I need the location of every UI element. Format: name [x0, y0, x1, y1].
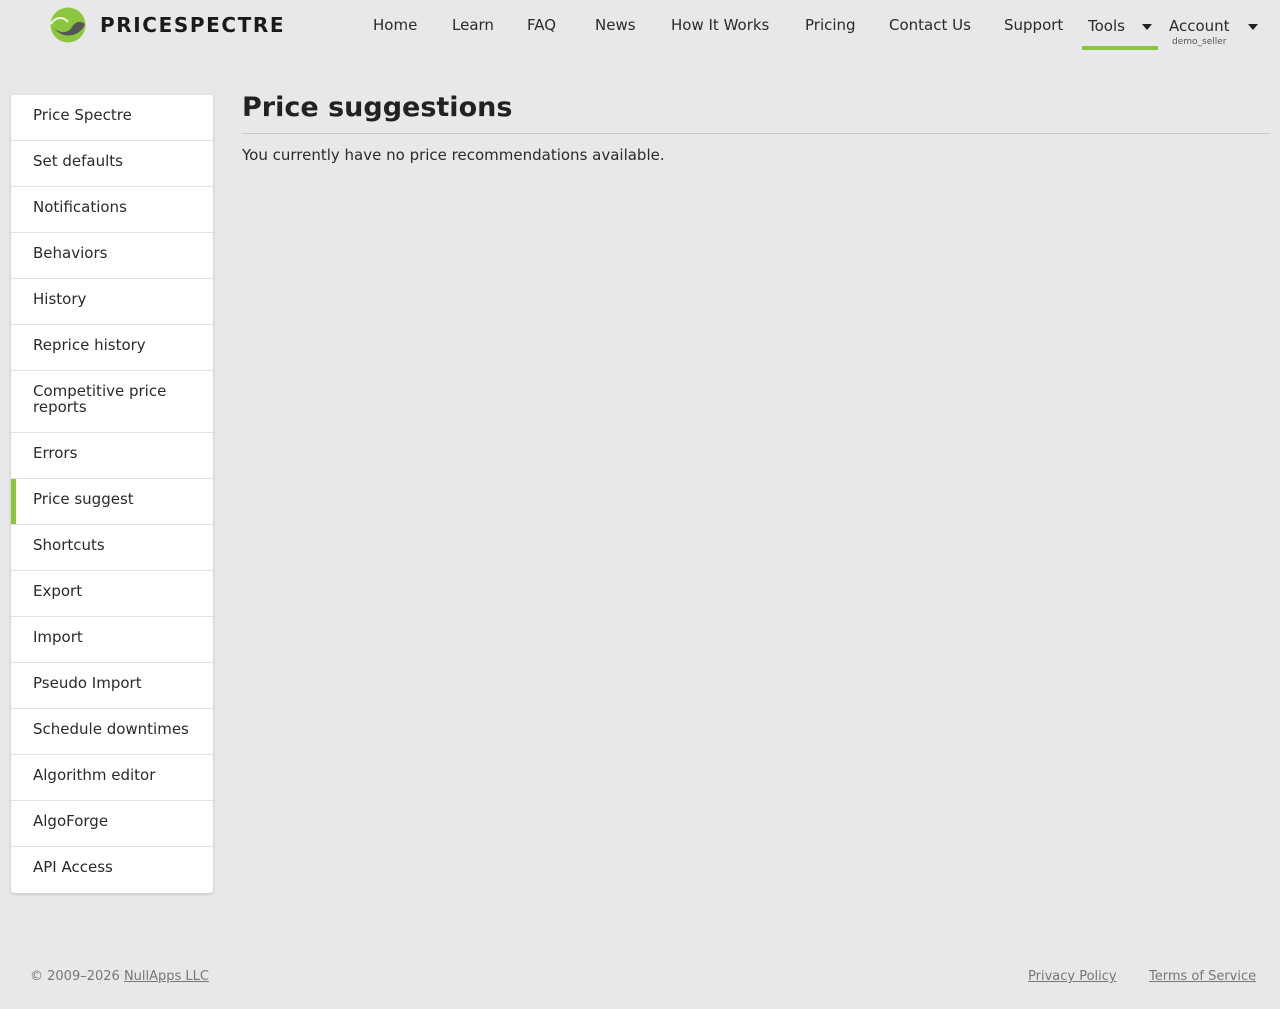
nav-support[interactable]: Support	[1004, 16, 1063, 34]
sidebar-item-import[interactable]: Import	[11, 617, 213, 663]
sidebar-item-set-defaults[interactable]: Set defaults	[11, 141, 213, 187]
active-nav-indicator	[1082, 46, 1158, 50]
sidebar-item-price-spectre[interactable]: Price Spectre	[11, 95, 213, 141]
sidebar-item-competitive-price-reports[interactable]: Competitive price reports	[11, 371, 213, 433]
company-link[interactable]: NullApps LLC	[124, 969, 209, 984]
nav-account-label: Account	[1169, 17, 1230, 35]
sidebar-item-api-access[interactable]: API Access	[11, 847, 213, 893]
nav-tools-dropdown[interactable]: Tools	[1088, 16, 1153, 35]
nav-news[interactable]: News	[595, 16, 636, 34]
sidebar-item-errors[interactable]: Errors	[11, 433, 213, 479]
title-divider	[242, 133, 1270, 134]
brand-name: PRICESPECTRE	[100, 13, 286, 37]
sidebar-item-shortcuts[interactable]: Shortcuts	[11, 525, 213, 571]
sidebar-item-pseudo-import[interactable]: Pseudo Import	[11, 663, 213, 709]
footer-copyright: © 2009–2026 NullApps LLC	[30, 969, 209, 984]
account-username: demo_seller	[1172, 37, 1227, 47]
copyright-text: © 2009–2026	[30, 969, 124, 984]
sidebar-item-algorithm-editor[interactable]: Algorithm editor	[11, 755, 213, 801]
privacy-policy-link[interactable]: Privacy Policy	[1028, 969, 1117, 984]
brand-logo[interactable]: PRICESPECTRE	[50, 7, 285, 43]
sidebar-item-algoforge[interactable]: AlgoForge	[11, 801, 213, 847]
nav-learn[interactable]: Learn	[452, 16, 494, 34]
sidebar-item-export[interactable]: Export	[11, 571, 213, 617]
sidebar-item-history[interactable]: History	[11, 279, 213, 325]
chevron-down-icon	[1247, 23, 1258, 30]
sidebar-item-schedule-downtimes[interactable]: Schedule downtimes	[11, 709, 213, 755]
nav-tools-label: Tools	[1088, 17, 1125, 35]
sidebar-item-reprice-history[interactable]: Reprice history	[11, 325, 213, 371]
nav-pricing[interactable]: Pricing	[805, 16, 856, 34]
nav-how-it-works[interactable]: How It Works	[671, 16, 769, 34]
top-navbar: PRICESPECTRE Home Learn FAQ News How It …	[0, 0, 1280, 60]
nav-account-dropdown[interactable]: Account	[1169, 16, 1258, 35]
page-title: Price suggestions	[242, 92, 513, 123]
empty-state-message: You currently have no price recommendati…	[242, 146, 665, 164]
sidebar-item-behaviors[interactable]: Behaviors	[11, 233, 213, 279]
pricespectre-logo-icon	[50, 7, 86, 43]
tools-sidebar: Price Spectre Set defaults Notifications…	[11, 95, 213, 893]
chevron-down-icon	[1142, 23, 1153, 30]
nav-faq[interactable]: FAQ	[527, 16, 556, 34]
sidebar-item-notifications[interactable]: Notifications	[11, 187, 213, 233]
sidebar-item-price-suggest[interactable]: Price suggest	[11, 479, 213, 525]
terms-of-service-link[interactable]: Terms of Service	[1149, 969, 1256, 984]
nav-home[interactable]: Home	[373, 16, 417, 34]
nav-contact-us[interactable]: Contact Us	[889, 16, 971, 34]
